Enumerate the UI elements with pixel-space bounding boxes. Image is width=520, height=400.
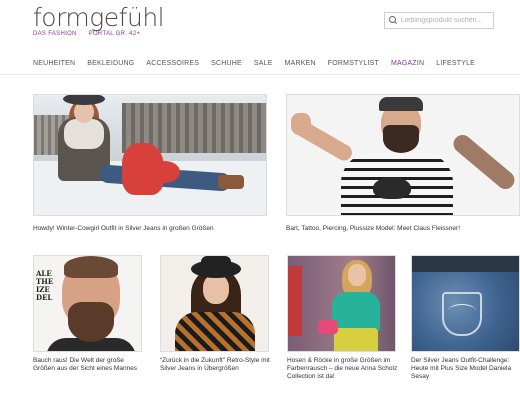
photo-face xyxy=(348,264,366,286)
nav-item-lifestyle[interactable]: LIFESTYLE xyxy=(436,58,475,72)
article-image-anna-scholz[interactable] xyxy=(287,255,396,352)
nav-item-marken[interactable]: MARKEN xyxy=(285,58,316,72)
main-nav: NEUHEITEN BEKLEIDUNG ACCESSOIRES SCHUHE … xyxy=(33,58,520,75)
article-image-winter-cowgirl[interactable] xyxy=(33,94,267,216)
article-caption[interactable]: Howdy! Winter-Cowgirl Outfit in Silver J… xyxy=(33,225,273,233)
photo-face xyxy=(203,274,229,304)
photo-mickey-print xyxy=(373,177,411,199)
tagline-right: PORTAL GR. 42+ xyxy=(88,31,141,37)
brand-logo[interactable]: formgefühl DAS FASHION PORTAL GR. 42+ xyxy=(33,3,173,37)
photo-hand xyxy=(291,113,311,135)
photo-beard xyxy=(68,302,114,342)
photo-rocking-horse-head xyxy=(150,161,180,183)
photo-teal-top xyxy=(332,292,380,332)
nav-item-bekleidung[interactable]: BEKLEIDUNG xyxy=(87,58,134,72)
article-image-zurueck-in-die-zukunft[interactable] xyxy=(160,255,269,352)
photo-beard xyxy=(383,125,419,153)
nav-item-formstylist[interactable]: FORMSTYLIST xyxy=(328,58,379,72)
photo-fur-collar xyxy=(64,119,104,149)
article-image-bauch-raus[interactable]: ALE THE IZE DEL xyxy=(33,255,142,352)
article-caption[interactable]: “Zurück in die Zukunft” Retro-Style mit … xyxy=(160,357,272,373)
article-caption[interactable]: Bart, Tattoo, Piercing, Plussize Model: … xyxy=(286,225,520,233)
article-caption[interactable]: Bauch raus! Die Welt der große Größen au… xyxy=(33,357,145,373)
photo-yellow-skirt xyxy=(334,328,378,351)
tagline-left: DAS FASHION xyxy=(33,31,77,37)
photo-tattooed-arm xyxy=(449,131,519,193)
photo-side-figure xyxy=(288,266,302,336)
article-caption[interactable]: Der Silver Jeans Outfit-Challenge: Heute… xyxy=(411,357,520,381)
photo-cap xyxy=(379,97,423,111)
article-caption[interactable]: Hosen & Röcke in große Größen im Farbenr… xyxy=(287,357,402,381)
brand-name: formgefühl xyxy=(33,3,165,32)
nav-item-schuhe[interactable]: SCHUHE xyxy=(211,58,242,72)
photo-clutch xyxy=(318,320,338,334)
photo-houndstooth-coat xyxy=(175,312,255,351)
nav-item-neuheiten[interactable]: NEUHEITEN xyxy=(33,58,75,72)
photo-top xyxy=(412,256,519,272)
nav-item-magazin[interactable]: MAGAZIN xyxy=(389,58,426,75)
nav-item-sale[interactable]: SALE xyxy=(254,58,273,72)
article-image-silver-jeans-challenge[interactable] xyxy=(411,255,520,352)
nav-item-accessoires[interactable]: ACCESSOIRES xyxy=(146,58,199,72)
photo-hair xyxy=(64,256,118,278)
nav-divider xyxy=(0,74,520,75)
photo-hat xyxy=(201,256,231,270)
article-image-claus-fleissner[interactable] xyxy=(286,94,520,216)
search-box[interactable] xyxy=(384,12,494,29)
brand-tagline: DAS FASHION PORTAL GR. 42+ xyxy=(33,31,173,37)
photo-poster-text: ALE THE IZE DEL xyxy=(36,269,54,302)
search-icon[interactable] xyxy=(389,16,398,25)
photo-boots xyxy=(218,175,244,189)
photo-pocket-stitch xyxy=(448,304,476,318)
search-input[interactable] xyxy=(401,17,493,24)
